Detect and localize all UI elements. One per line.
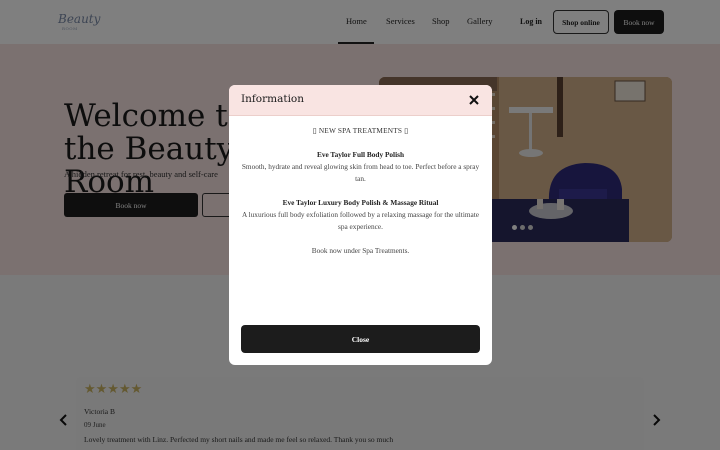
information-modal: Information ▯ NEW SPA TREATMENTS ▯ Eve T… (229, 85, 492, 365)
treatment-title-1: Eve Taylor Full Body Polish (316, 150, 405, 159)
close-button[interactable]: Close (241, 325, 480, 353)
treatment-description-1: Smooth, hydrate and reveal glowing skin … (241, 162, 480, 183)
treatment-title-2: Eve Taylor Luxury Body Polish & Massage … (282, 198, 439, 207)
modal-body: ▯ NEW SPA TREATMENTS ▯ Eve Taylor Full B… (239, 125, 482, 257)
modal-header: Information (229, 85, 492, 116)
modal-footer-note: Book now under Spa Treatments. (311, 246, 410, 255)
modal-title: Information (241, 93, 305, 105)
modal-heading: ▯ NEW SPA TREATMENTS ▯ (312, 126, 409, 135)
treatment-description-2: A luxurious full body exfoliation follow… (241, 210, 480, 231)
close-icon[interactable] (468, 94, 480, 106)
